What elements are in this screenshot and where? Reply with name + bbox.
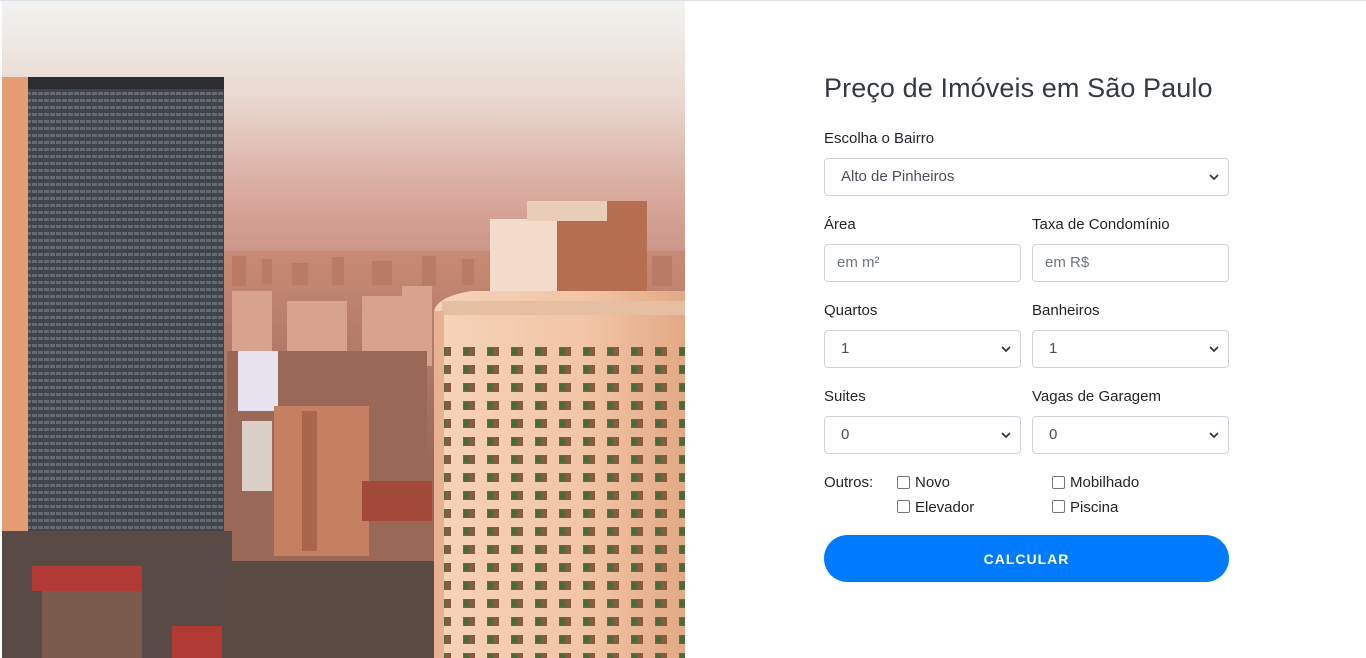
elevador-checkbox-label[interactable]: Elevador [915,498,974,518]
area-input[interactable]: em m² [824,244,1021,282]
outros-label: Outros: [824,474,874,491]
price-form: Preço de Imóveis em São Paulo [824,70,1229,106]
page-title: Preço de Imóveis em São Paulo [824,73,1213,103]
piscina-checkbox[interactable] [1052,500,1065,513]
area-placeholder: em m² [837,254,880,271]
suites-select-value: 0 [841,426,850,443]
area-label: Área [824,216,856,233]
novo-checkbox[interactable] [897,476,910,489]
quartos-label: Quartos [824,302,878,319]
chevron-down-icon [1209,346,1219,353]
calcular-button[interactable]: CALCULAR [824,535,1229,582]
vagas-select[interactable]: 0 [1032,416,1229,454]
sao-paulo-skyline-image [2,1,685,658]
bairro-select[interactable]: Alto de Pinheiros [824,158,1229,196]
vagas-select-value: 0 [1049,426,1058,443]
bairro-select-value: Alto de Pinheiros [841,168,955,185]
elevador-checkbox[interactable] [897,500,910,513]
chevron-down-icon [1001,432,1011,439]
banheiros-select[interactable]: 1 [1032,330,1229,368]
chevron-down-icon [1209,432,1219,439]
vagas-label: Vagas de Garagem [1032,388,1161,405]
condominio-label: Taxa de Condomínio [1032,216,1170,233]
condominio-input[interactable]: em R$ [1032,244,1229,282]
bairro-label: Escolha o Bairro [824,130,935,147]
suites-label: Suites [824,388,866,405]
banheiros-label: Banheiros [1032,302,1100,319]
mobilhado-checkbox[interactable] [1052,476,1065,489]
quartos-select[interactable]: 1 [824,330,1021,368]
banheiros-select-value: 1 [1049,340,1058,357]
mobilhado-checkbox-label[interactable]: Mobilhado [1070,473,1139,493]
novo-checkbox-label[interactable]: Novo [915,473,950,493]
quartos-select-value: 1 [841,340,850,357]
chevron-down-icon [1209,174,1219,181]
piscina-checkbox-label[interactable]: Piscina [1070,498,1118,518]
chevron-down-icon [1001,346,1011,353]
suites-select[interactable]: 0 [824,416,1021,454]
condominio-placeholder: em R$ [1045,254,1090,271]
